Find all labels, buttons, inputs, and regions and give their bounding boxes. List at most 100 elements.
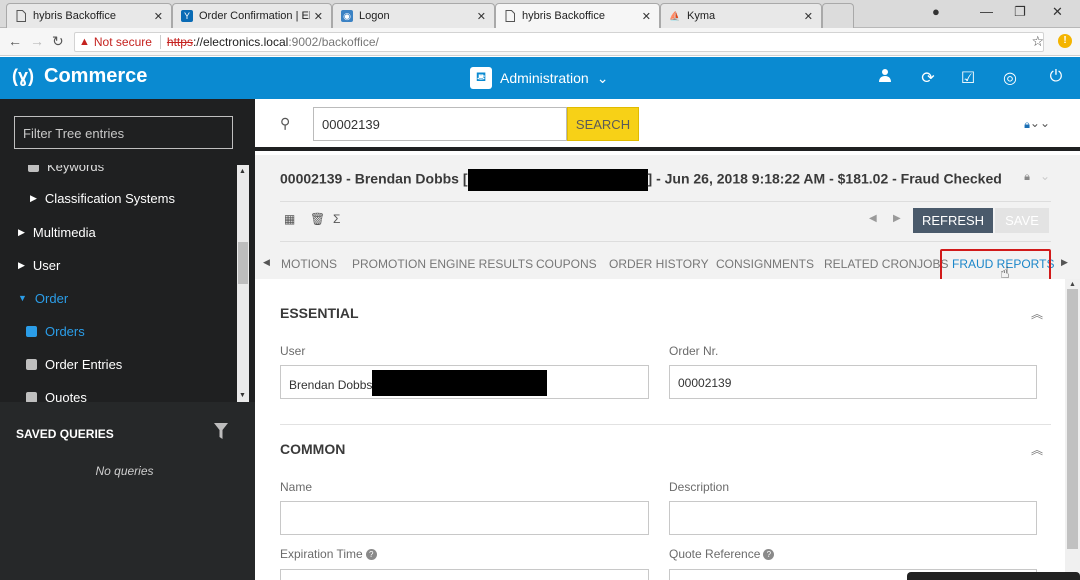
divider bbox=[280, 241, 1051, 242]
sync-icon[interactable]: ⟳ bbox=[918, 68, 938, 88]
security-label: Not secure bbox=[94, 35, 152, 49]
double-chevron-down-icon[interactable]: ⌄ bbox=[1040, 169, 1050, 183]
tree-item-label: Multimedia bbox=[33, 225, 96, 240]
tree-item-quotes[interactable]: Quotes bbox=[0, 382, 237, 402]
delete-icon[interactable]: 🗑︎ bbox=[310, 212, 325, 226]
extension-icon[interactable]: ! bbox=[1058, 34, 1072, 48]
tree-item-keywords[interactable]: Keywords bbox=[28, 165, 237, 181]
filter-tree-input[interactable]: Filter Tree entries bbox=[14, 116, 233, 149]
perspective-selector[interactable]: ⛾ Administration ⌄ bbox=[470, 67, 608, 89]
advanced-search-icon[interactable]: ⚲ bbox=[280, 115, 290, 132]
main-area: ⚲ 00002139 SEARCH 🔒︎ ⌄⌄ 00002139 - Brend… bbox=[255, 99, 1080, 580]
refresh-button[interactable]: REFRESH bbox=[913, 208, 993, 233]
close-icon[interactable]: ✕ bbox=[642, 10, 651, 23]
collapse-icon[interactable]: ︽ bbox=[1031, 305, 1043, 322]
collapse-icon[interactable]: ︽ bbox=[1031, 441, 1043, 458]
redaction-box bbox=[372, 370, 547, 396]
new-item-icon[interactable]: ▦ bbox=[284, 212, 295, 226]
description-field[interactable] bbox=[669, 501, 1037, 535]
browser-tab-3[interactable]: ◉ Logon ✕ bbox=[332, 3, 495, 28]
app-header: (ɣ) Commerce ⛾ Administration ⌄ ⟳ ☑ ◎ ⏻ bbox=[0, 57, 1080, 99]
tabs-scroll-left-icon[interactable]: ◀ bbox=[263, 257, 270, 268]
tree-item-classification-systems[interactable]: ▶ Classification Systems bbox=[0, 183, 237, 213]
tree-item-label: Keywords bbox=[47, 165, 104, 174]
close-icon[interactable]: ✕ bbox=[314, 10, 323, 23]
brand[interactable]: (ɣ) Commerce bbox=[12, 65, 147, 88]
bookmark-star-icon[interactable]: ☆ bbox=[1031, 33, 1044, 50]
address-bar: ← → ↻ ▲ Not secure https://electronics.l… bbox=[0, 28, 1080, 56]
tab-title: hybris Backoffice bbox=[522, 10, 638, 22]
reload-icon[interactable]: ↻ bbox=[52, 33, 64, 50]
tab-consignments[interactable]: CONSIGNMENTS bbox=[716, 257, 814, 271]
user-value: Brendan Dobbs bbox=[289, 378, 372, 392]
order-entries-icon bbox=[26, 359, 37, 370]
tasks-icon[interactable]: ☑ bbox=[958, 68, 978, 88]
browser-tab-4[interactable]: hybris Backoffice ✕ bbox=[495, 3, 660, 28]
help-icon[interactable]: ◎ bbox=[1000, 68, 1020, 88]
browser-tab-1[interactable]: hybris Backoffice ✕ bbox=[6, 3, 172, 28]
save-button[interactable]: SAVE bbox=[995, 208, 1049, 233]
expiration-time-text: Expiration Time bbox=[280, 547, 363, 561]
browser-tab-2[interactable]: Y Order Confirmation | Elec ✕ bbox=[172, 3, 332, 28]
scroll-up-icon[interactable]: ▲ bbox=[1069, 281, 1076, 288]
next-icon[interactable]: ▶ bbox=[893, 213, 901, 224]
tree-scrollbar[interactable]: ▲ ▼ bbox=[237, 165, 249, 402]
help-icon[interactable]: ? bbox=[366, 549, 377, 560]
forward-icon[interactable]: → bbox=[30, 33, 44, 49]
editor-scrollbar[interactable]: ▲ ▼ bbox=[1065, 279, 1080, 580]
tree-item-order[interactable]: ▼ Order bbox=[0, 283, 237, 313]
name-field[interactable] bbox=[280, 501, 649, 535]
browser-tab-5[interactable]: ⛵ Kyma ✕ bbox=[660, 3, 822, 28]
tree-item-label: Order Entries bbox=[45, 357, 122, 372]
user-icon[interactable] bbox=[875, 68, 895, 87]
search-input[interactable]: 00002139 bbox=[313, 107, 567, 141]
tab-order-history[interactable]: ORDER HISTORY bbox=[609, 257, 709, 271]
tree-item-label: Orders bbox=[45, 324, 85, 339]
help-icon[interactable]: ? bbox=[763, 549, 774, 560]
tabs-scroll-right-icon[interactable]: ▶ bbox=[1061, 257, 1068, 268]
double-chevron-down-icon[interactable]: ⌄⌄ bbox=[1030, 116, 1050, 130]
profile-icon[interactable]: ● bbox=[932, 4, 940, 19]
previous-icon[interactable]: ◀ bbox=[869, 213, 877, 224]
scroll-up-icon[interactable]: ▲ bbox=[239, 168, 246, 175]
filter-icon[interactable] bbox=[214, 423, 228, 439]
url-scheme: https bbox=[167, 35, 193, 49]
scroll-thumb[interactable] bbox=[238, 242, 248, 284]
user-field[interactable]: Brendan Dobbs bbox=[280, 365, 649, 399]
close-icon[interactable]: ✕ bbox=[477, 10, 486, 23]
search-button[interactable]: SEARCH bbox=[567, 107, 639, 141]
close-icon[interactable]: ✕ bbox=[154, 10, 163, 23]
search-row: ⚲ 00002139 SEARCH 🔒︎ ⌄⌄ bbox=[255, 99, 1080, 151]
tree-item-user[interactable]: ▶ User bbox=[0, 250, 237, 280]
tree-item-order-entries[interactable]: Order Entries bbox=[0, 349, 237, 379]
tab-promotion-engine-results[interactable]: PROMOTION ENGINE RESULTS bbox=[352, 257, 533, 271]
url-input[interactable]: ▲ Not secure https://electronics.local:9… bbox=[74, 32, 1044, 52]
tree-item-label: Classification Systems bbox=[45, 191, 175, 206]
power-icon[interactable]: ⏻ bbox=[1046, 68, 1066, 86]
scroll-thumb[interactable] bbox=[1067, 289, 1078, 549]
sum-icon[interactable]: Σ bbox=[333, 212, 340, 226]
tree-item-orders[interactable]: Orders bbox=[0, 316, 237, 346]
tab-coupons[interactable]: COUPONS bbox=[536, 257, 597, 271]
overlay-widget bbox=[907, 572, 1080, 580]
back-icon[interactable]: ← bbox=[8, 33, 22, 49]
order-nr-field[interactable]: 00002139 bbox=[669, 365, 1037, 399]
scroll-down-icon[interactable]: ▼ bbox=[239, 392, 246, 399]
quote-reference-text: Quote Reference bbox=[669, 547, 760, 561]
expiration-time-field[interactable] bbox=[280, 569, 649, 580]
commerce-icon: Y bbox=[181, 10, 193, 22]
lock-icon[interactable]: 🔒︎ bbox=[1024, 171, 1030, 184]
tree-item-multimedia[interactable]: ▶ Multimedia bbox=[0, 217, 237, 247]
minimize-icon[interactable]: — bbox=[980, 4, 993, 19]
tab-related-cronjobs[interactable]: RELATED CRONJOBS bbox=[824, 257, 948, 271]
close-icon[interactable]: ✕ bbox=[804, 10, 813, 23]
name-label: Name bbox=[280, 480, 312, 494]
new-tab-button[interactable] bbox=[822, 3, 854, 28]
saved-queries-title: SAVED QUERIES bbox=[16, 427, 114, 441]
restore-icon[interactable]: ❐ bbox=[1014, 4, 1026, 20]
window-close-icon[interactable]: ✕ bbox=[1052, 4, 1063, 20]
tab-promotions[interactable]: MOTIONS bbox=[281, 257, 337, 271]
divider bbox=[280, 201, 1051, 202]
kyma-icon: ⛵ bbox=[669, 10, 681, 22]
saved-queries-panel: SAVED QUERIES No queries bbox=[0, 402, 255, 580]
